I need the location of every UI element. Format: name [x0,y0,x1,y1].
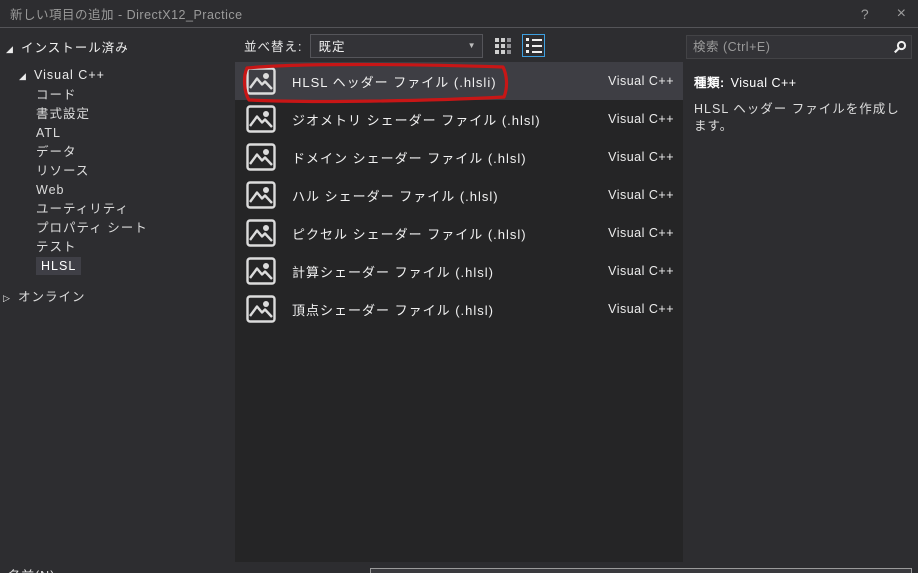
chevron-down-icon: ▼ [467,41,476,50]
search-icon[interactable] [889,40,911,54]
sidebar-item-online[interactable]: ▷ オンライン [0,288,235,307]
sidebar-item-installed[interactable]: ◢ インストール済み [0,38,235,58]
list-item-geometry-shader[interactable]: ジオメトリ シェーダー ファイル (.hlsl) Visual C++ [235,100,683,138]
expanded-expander-icon[interactable]: ◢ [6,39,21,59]
template-name: 計算シェーダー ファイル (.hlsl) [292,264,495,280]
image-file-icon [246,295,276,323]
dialog-title: 新しい項目の追加 - DirectX12_Practice [10,8,243,22]
footer-strip: 名前(N): [0,562,918,573]
sidebar-item-label: HLSL [36,257,82,275]
template-name: 頂点シェーダー ファイル (.hlsl) [292,302,495,318]
sidebar-item-data[interactable]: データ [0,143,235,162]
category-tree: ◢ インストール済み ◢ Visual C++ コード 書式設定 ATL データ リソース Web… [0,29,235,562]
name-label: 名前(N): [8,565,60,573]
sidebar-item-label: データ [36,145,77,159]
image-file-icon [246,67,276,95]
template-name: ジオメトリ シェーダー ファイル (.hlsl) [292,112,541,128]
sidebar-item-label: インストール済み [21,41,129,55]
image-file-icon [246,257,276,285]
image-file-icon [246,143,276,171]
search-box[interactable] [686,35,912,59]
grid-view-icon [494,37,511,54]
grid-view-button[interactable] [491,34,514,57]
close-button[interactable]: × [897,5,906,22]
sidebar-item-label: 書式設定 [36,107,91,121]
template-language: Visual C++ [608,112,674,126]
image-file-icon [246,219,276,247]
template-description: HLSL ヘッダー ファイルを作成します。 [694,102,900,133]
sidebar-item-test[interactable]: テスト [0,238,235,257]
template-name: HLSL ヘッダー ファイル (.hlsli) [292,74,497,90]
expanded-expander-icon[interactable]: ◢ [19,67,34,86]
sidebar-item-web[interactable]: Web [0,181,235,200]
image-file-icon [246,181,276,209]
name-input[interactable] [370,568,912,573]
template-info: 種類: Visual C++ HLSL ヘッダー ファイルを作成します。 [694,72,908,135]
sidebar-item-utility[interactable]: ユーティリティ [0,200,235,219]
sidebar-item-label: リソース [36,164,90,178]
sidebar-item-visual-cpp[interactable]: ◢ Visual C++ [0,66,235,85]
sidebar-item-formatting[interactable]: 書式設定 [0,105,235,124]
sidebar-item-label: プロパティ シート [36,221,148,235]
sort-label: 並べ替え: [244,40,303,54]
template-list: HLSL ヘッダー ファイル (.hlsli) Visual C++ ジオメトリ シ… [235,62,683,562]
sidebar-item-atl[interactable]: ATL [0,124,235,143]
template-language: Visual C++ [608,150,674,164]
template-language: Visual C++ [608,74,674,88]
sidebar-item-label: コード [36,88,77,102]
list-item-vertex-shader[interactable]: 頂点シェーダー ファイル (.hlsl) Visual C++ [235,290,683,328]
template-name: ハル シェーダー ファイル (.hlsl) [292,188,499,204]
sidebar-item-label: Web [36,183,65,197]
sort-toolbar: 並べ替え: 既定 ▼ [235,29,683,62]
template-language: Visual C++ [608,302,674,316]
list-item-domain-shader[interactable]: ドメイン シェーダー ファイル (.hlsl) Visual C++ [235,138,683,176]
template-language: Visual C++ [608,226,674,240]
search-input[interactable] [687,40,889,54]
sidebar-item-label: オンライン [18,290,86,304]
sidebar-item-label: Visual C++ [34,68,105,82]
sort-dropdown-value: 既定 [318,40,346,54]
template-name: ドメイン シェーダー ファイル (.hlsl) [292,150,527,166]
kind-label: 種類: [694,76,725,90]
list-view-button[interactable] [522,34,546,57]
list-item-pixel-shader[interactable]: ピクセル シェーダー ファイル (.hlsl) Visual C++ [235,214,683,252]
list-item-hull-shader[interactable]: ハル シェーダー ファイル (.hlsl) Visual C++ [235,176,683,214]
help-button[interactable]: ? [861,7,869,21]
list-item-hlsl-header[interactable]: HLSL ヘッダー ファイル (.hlsli) Visual C++ [235,62,683,100]
add-new-item-dialog: 新しい項目の追加 - DirectX12_Practice ? × ◢ インストー… [0,0,918,573]
collapsed-expander-icon[interactable]: ▷ [3,289,18,308]
sidebar-item-code[interactable]: コード [0,86,235,105]
template-language: Visual C++ [608,188,674,202]
template-panel: 並べ替え: 既定 ▼ HLSL ヘッダー ファイル (.hlsli) Visual [235,29,683,562]
sidebar-item-label: ATL [36,126,61,140]
template-language: Visual C++ [608,264,674,278]
sidebar-item-property-sheet[interactable]: プロパティ シート [0,219,235,238]
image-file-icon [246,105,276,133]
titlebar-buttons: ? × [861,5,910,22]
titlebar: 新しい項目の追加 - DirectX12_Practice ? × [0,0,918,28]
detail-panel: 種類: Visual C++ HLSL ヘッダー ファイルを作成します。 [683,29,918,562]
sidebar-item-resource[interactable]: リソース [0,162,235,181]
list-view-icon [525,38,542,53]
sidebar-item-label: ユーティリティ [36,202,130,216]
template-name: ピクセル シェーダー ファイル (.hlsl) [292,226,527,242]
kind-row: 種類: Visual C++ [694,72,908,91]
sidebar-item-label: テスト [36,240,77,254]
kind-value: Visual C++ [730,76,797,90]
sort-dropdown[interactable]: 既定 ▼ [310,33,484,58]
sidebar-item-hlsl[interactable]: HLSL [0,257,235,276]
list-item-compute-shader[interactable]: 計算シェーダー ファイル (.hlsl) Visual C++ [235,252,683,290]
dialog-body: ◢ インストール済み ◢ Visual C++ コード 書式設定 ATL データ リソース Web… [0,29,918,562]
